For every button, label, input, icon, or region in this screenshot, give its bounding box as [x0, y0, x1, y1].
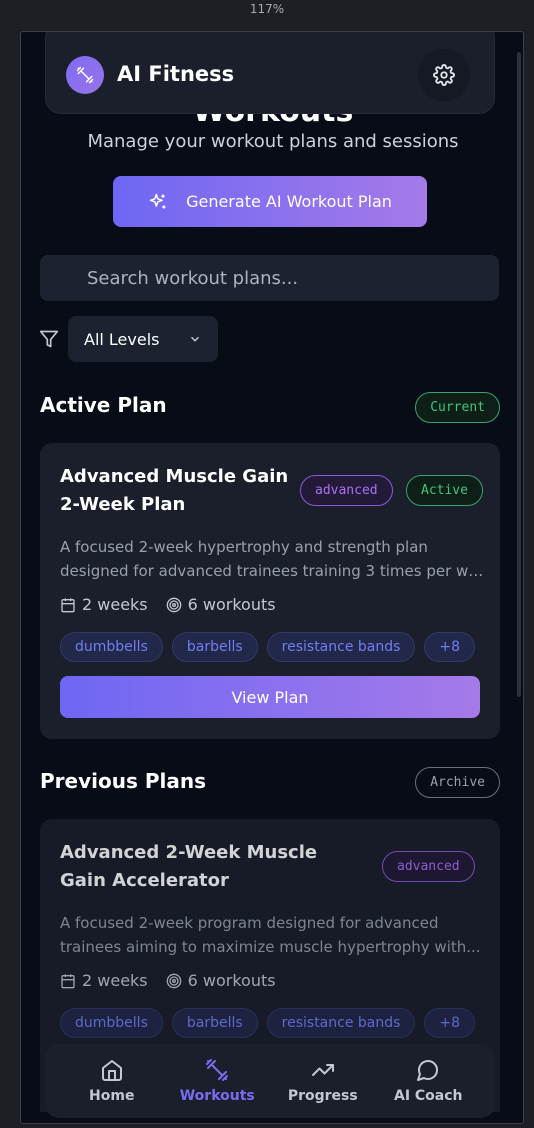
plan-workouts: 6 workouts [187, 595, 276, 614]
nav-label: Home [89, 1088, 135, 1104]
plan-meta: 2 weeks 6 workouts [60, 971, 286, 990]
app-header: AI Fitness [45, 32, 495, 114]
plan-description: A focused 2-week program designed for ad… [60, 914, 481, 956]
plan-workouts: 6 workouts [187, 971, 276, 990]
previous-plans-heading: Previous Plans [40, 769, 206, 793]
plan-duration: 2 weeks [82, 595, 148, 614]
page-subtitle: Manage your workout plans and sessions [87, 131, 459, 152]
tag-dumbbells: dumbbells [60, 632, 163, 662]
dumbbell-icon [66, 56, 104, 94]
equipment-tags: dumbbells barbells resistance bands +8 [60, 1008, 476, 1038]
tag-more[interactable]: +8 [424, 632, 476, 662]
home-icon [101, 1060, 122, 1081]
tag-barbells: barbells [171, 632, 258, 662]
app-frame: Workouts AI Fitness Manage your workout … [20, 31, 524, 1124]
chevron-down-icon [190, 336, 200, 342]
current-badge: Current [415, 392, 500, 423]
nav-progress[interactable]: Progress [278, 1058, 368, 1104]
tag-dumbbells: dumbbells [60, 1008, 163, 1038]
plan-title: Advanced 2-Week Muscle Gain Accelerator [60, 842, 318, 891]
generate-ai-plan-button[interactable]: Generate AI Workout Plan [113, 176, 427, 227]
nav-label: Workouts [179, 1088, 255, 1104]
chat-bubble-icon [417, 1060, 439, 1081]
target-icon [166, 973, 181, 988]
archive-badge: Archive [415, 767, 500, 798]
level-badge: advanced [300, 475, 393, 506]
nav-ai-coach[interactable]: AI Coach [383, 1058, 473, 1104]
level-filter-select[interactable]: All Levels [68, 316, 218, 362]
equipment-tags: dumbbells barbells resistance bands +8 [60, 632, 476, 662]
tag-resistance-bands: resistance bands [266, 1008, 416, 1038]
active-plan-card[interactable]: Advanced Muscle Gain 2-Week Plan advance… [40, 443, 500, 739]
gear-icon [433, 64, 455, 86]
nav-workouts[interactable]: Workouts [172, 1058, 262, 1104]
level-filter-value: All Levels [84, 329, 160, 349]
sparkles-icon [149, 193, 166, 209]
plan-meta: 2 weeks 6 workouts [60, 595, 286, 614]
tag-more[interactable]: +8 [424, 1008, 476, 1038]
calendar-icon [61, 597, 75, 612]
nav-label: AI Coach [393, 1088, 463, 1104]
status-badge: Active [406, 475, 483, 506]
dumbbell-icon [206, 1059, 229, 1081]
zoom-level: 117% [249, 2, 285, 16]
plan-title: Advanced Muscle Gain 2-Week Plan [60, 466, 289, 515]
tag-resistance-bands: resistance bands [266, 632, 416, 662]
active-plan-heading: Active Plan [40, 393, 167, 417]
bottom-nav: Home Workouts Progress AI Coach [45, 1044, 495, 1118]
view-plan-button[interactable]: View Plan [60, 676, 480, 718]
nav-home[interactable]: Home [67, 1058, 157, 1104]
trending-up-icon [311, 1064, 334, 1076]
app-title: AI Fitness [117, 62, 235, 86]
calendar-icon [61, 973, 75, 988]
generate-button-label: Generate AI Workout Plan [186, 192, 392, 211]
plan-description: A focused 2-week hypertrophy and strengt… [60, 538, 485, 580]
tag-barbells: barbells [171, 1008, 258, 1038]
filter-icon [39, 330, 59, 348]
target-icon [166, 597, 181, 612]
level-badge: advanced [382, 851, 475, 882]
plan-duration: 2 weeks [82, 971, 148, 990]
search-input[interactable] [40, 255, 499, 301]
nav-label: Progress [287, 1088, 358, 1104]
settings-button[interactable] [418, 49, 470, 101]
